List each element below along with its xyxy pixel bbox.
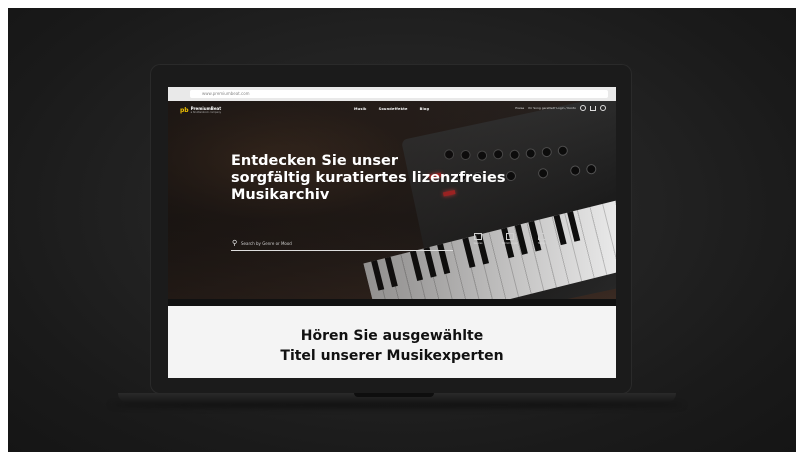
login-link[interactable]: Ihr Song gerettet? Login / Konto bbox=[528, 106, 576, 110]
moods-icon bbox=[506, 233, 514, 240]
category-label: Genres bbox=[473, 242, 483, 245]
featured-section: Hören Sie ausgewählte Titel unserer Musi… bbox=[168, 306, 616, 378]
account-icon[interactable] bbox=[600, 105, 606, 111]
category-genres[interactable]: Genres bbox=[468, 233, 488, 245]
browser-nav-buttons[interactable] bbox=[172, 92, 186, 107]
main-nav: Musik Soundeffekte Blog bbox=[354, 107, 429, 111]
language-globe-icon[interactable] bbox=[580, 105, 586, 111]
category-shortcuts: Genres Stimmungen Tempo bbox=[468, 233, 552, 245]
browser-toolbar: www.premiumbeat.com bbox=[168, 87, 616, 107]
tempo-icon bbox=[538, 233, 546, 240]
featured-heading-line: Hören Sie ausgewählte bbox=[300, 328, 484, 344]
address-bar[interactable]: www.premiumbeat.com bbox=[190, 90, 608, 98]
logo-subtitle: a Shutterstock company bbox=[190, 111, 222, 114]
logo-mark: pb bbox=[180, 107, 189, 114]
laptop-notch bbox=[354, 393, 434, 397]
search-placeholder: Search by Genre or Mood bbox=[241, 241, 292, 246]
hero-headline-line: Entdecken Sie unser bbox=[231, 153, 398, 169]
cart-icon[interactable] bbox=[590, 105, 596, 111]
site-header: pb PremiumBeat a Shutterstock company Mu… bbox=[168, 101, 616, 119]
search-icon: ⚲ bbox=[232, 239, 238, 247]
site-logo[interactable]: pb PremiumBeat a Shutterstock company bbox=[180, 106, 221, 115]
featured-heading: Hören Sie ausgewählte Titel unserer Musi… bbox=[168, 326, 616, 366]
category-label: Stimmungen bbox=[501, 242, 518, 245]
hero-headline-line: sorgfältig kuratiertes lizenzfreies bbox=[231, 170, 506, 186]
category-moods[interactable]: Stimmungen bbox=[500, 233, 520, 245]
hero-headline-line: Musikarchiv bbox=[231, 187, 330, 203]
nav-item-sound-effects[interactable]: Soundeffekte bbox=[379, 107, 408, 111]
utility-nav: Preise Ihr Song gerettet? Login / Konto bbox=[515, 105, 606, 111]
nav-item-music[interactable]: Musik bbox=[354, 107, 367, 111]
hero-section: pb PremiumBeat a Shutterstock company Mu… bbox=[168, 101, 616, 299]
genres-icon bbox=[474, 233, 482, 240]
nav-item-blog[interactable]: Blog bbox=[420, 107, 430, 111]
search-input[interactable]: ⚲ Search by Genre or Mood bbox=[231, 238, 453, 251]
category-tempo[interactable]: Tempo bbox=[532, 233, 552, 245]
laptop-screen: www.premiumbeat.com pb PremiumBeat a Shu… bbox=[168, 87, 616, 378]
address-bar-text: www.premiumbeat.com bbox=[202, 91, 250, 96]
pricing-link[interactable]: Preise bbox=[515, 106, 524, 110]
featured-heading-line: Titel unserer Musikexperten bbox=[280, 348, 504, 364]
category-label: Tempo bbox=[537, 242, 547, 245]
hero-headline: Entdecken Sie unser sorgfältig kuratiert… bbox=[231, 153, 561, 204]
